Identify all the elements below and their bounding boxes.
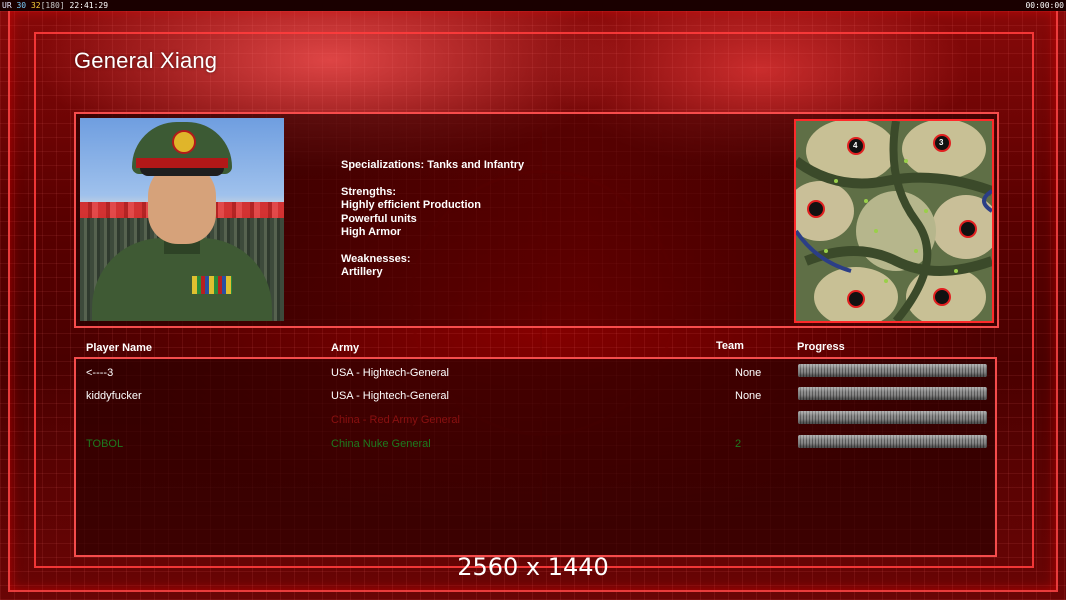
progress-bar xyxy=(798,364,987,377)
player-army: USA - Hightech-General xyxy=(331,367,449,379)
player-row: <----3 USA - Hightech-General None xyxy=(0,364,1066,387)
game-timer: 00:00:00 xyxy=(1025,1,1064,10)
progress-bar xyxy=(798,411,987,424)
player-army: USA - Hightech-General xyxy=(331,390,449,402)
header-team: Team xyxy=(716,340,744,352)
header-army: Army xyxy=(331,342,360,354)
player-army: China - Red Army General xyxy=(331,414,460,426)
map-terrain xyxy=(796,121,992,321)
weakness-item: Artillery xyxy=(341,266,383,279)
resolution-label: 2560 x 1440 xyxy=(457,553,609,581)
fps-value-a: 30 xyxy=(16,1,27,10)
player-row: kiddyfucker USA - Hightech-General None xyxy=(0,387,1066,410)
progress-bar xyxy=(798,435,987,448)
player-row: China - Red Army General xyxy=(0,411,1066,434)
general-portrait xyxy=(80,118,284,321)
header-player-name: Player Name xyxy=(86,342,153,354)
strength-item: High Armor xyxy=(341,226,402,239)
ur-label: UR xyxy=(2,1,12,10)
player-name: <----3 xyxy=(86,367,114,379)
player-team: 2 xyxy=(735,438,742,450)
player-name: kiddyfucker xyxy=(86,390,142,402)
specializations-text: Specializations: Tanks and Infantry xyxy=(341,159,525,171)
status-bar: UR 30 32[180] 22:41:29 00:00:00 xyxy=(0,0,1066,11)
general-description: Specializations: Tanks and Infantry Stre… xyxy=(341,159,524,280)
player-army: China Nuke General xyxy=(331,438,431,450)
start-marker-label: 3 xyxy=(939,138,944,147)
bracket-value: [180] xyxy=(40,1,65,10)
player-row: TOBOL China Nuke General 2 xyxy=(0,435,1066,458)
strengths-heading: Strengths: xyxy=(341,185,396,198)
map-preview[interactable]: 4 3 xyxy=(794,119,994,323)
player-team: None xyxy=(735,390,762,402)
player-name: TOBOL xyxy=(86,438,124,450)
start-marker-label: 4 xyxy=(853,141,858,150)
general-title: General Xiang xyxy=(74,48,218,73)
strength-item: Highly efficient Production xyxy=(341,199,481,212)
player-team: None xyxy=(735,367,762,379)
strength-item: Powerful units xyxy=(341,212,417,225)
weaknesses-heading: Weaknesses: xyxy=(341,252,411,265)
fps-value-b: 32 xyxy=(30,1,41,10)
status-left: UR 30 32[180] 22:41:29 xyxy=(2,0,108,11)
clock: 22:41:29 xyxy=(69,1,109,10)
progress-bar xyxy=(798,387,987,400)
header-progress: Progress xyxy=(797,341,845,353)
